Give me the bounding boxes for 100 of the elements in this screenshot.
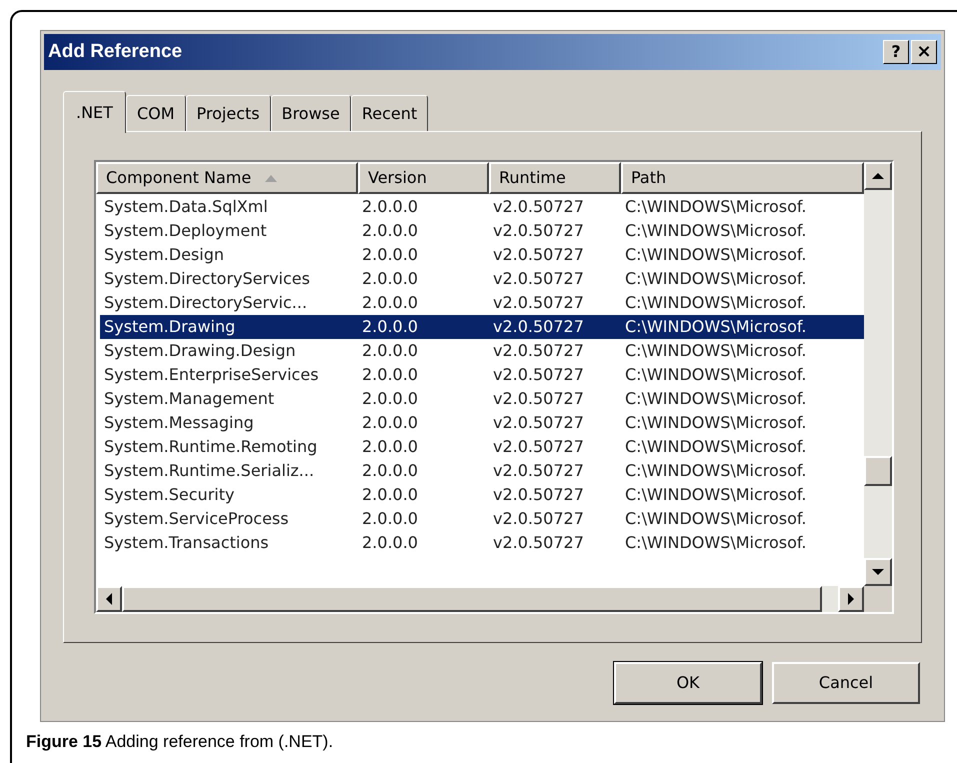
- table-cell-text: 2.0.0.0: [361, 340, 419, 362]
- scroll-right-button[interactable]: [838, 586, 864, 612]
- list-row[interactable]: System.Management 2.0.0.0 v2.0.50727 C:\WINDOWS\Microsof.: [100, 387, 864, 411]
- table-cell-text: System.DirectoryServic...: [103, 292, 308, 314]
- table-cell-text: C:\WINDOWS\Microsof.: [624, 412, 808, 434]
- list-row[interactable]: System.Runtime.Remoting 2.0.0.0 v2.0.50727 C:\WINDOWS\Microsof.: [100, 435, 864, 459]
- table-cell-text: 2.0.0.0: [361, 508, 419, 530]
- table-cell-text: System.Drawing: [103, 316, 236, 338]
- table-cell-text: System.Runtime.Serializ...: [103, 460, 316, 482]
- table-cell-text: C:\WINDOWS\Microsof.: [624, 196, 808, 218]
- list-row[interactable]: System.Data.SqlXml 2.0.0.0 v2.0.50727 C:\WINDOWS\Microsof.: [100, 195, 864, 219]
- table-cell-text: System.Deployment: [103, 220, 268, 242]
- tab[interactable]: Browse: [270, 95, 351, 131]
- column-header[interactable]: Component Name: [96, 162, 358, 194]
- table-cell-text: C:\WINDOWS\Microsof.: [624, 364, 808, 386]
- list-row[interactable]: System.Design 2.0.0.0 v2.0.50727 C:\WINDOWS\Microsof.: [100, 243, 864, 267]
- cancel-button[interactable]: Cancel: [772, 662, 920, 704]
- table-cell-text: 2.0.0.0: [361, 292, 419, 314]
- table-cell-text: v2.0.50727: [492, 340, 585, 362]
- list-row[interactable]: System.Deployment 2.0.0.0 v2.0.50727 C:\WINDOWS\Microsof.: [100, 219, 864, 243]
- scroll-down-button[interactable]: [864, 558, 892, 586]
- table-cell-text: 2.0.0.0: [361, 436, 419, 458]
- help-button[interactable]: ?: [883, 40, 909, 64]
- table-cell-text: v2.0.50727: [492, 388, 585, 410]
- table-cell-text: System.Management: [103, 388, 276, 410]
- list-row[interactable]: System.DirectoryServic... 2.0.0.0 v2.0.50727 C:\WINDOWS\Microsof.: [100, 291, 864, 315]
- table-cell-text: 2.0.0.0: [361, 316, 419, 338]
- table-cell-text: System.DirectoryServices: [103, 268, 311, 290]
- window-title: Add Reference: [48, 40, 182, 64]
- table-cell-text: C:\WINDOWS\Microsof.: [624, 340, 808, 362]
- table-cell-text: v2.0.50727: [492, 460, 585, 482]
- up-arrow-icon: [872, 172, 884, 180]
- table-cell-text: C:\WINDOWS\Microsof.: [624, 220, 808, 242]
- sort-ascending-icon: [265, 174, 278, 182]
- scrollbar-corner: [864, 586, 892, 612]
- table-cell-text: C:\WINDOWS\Microsof.: [624, 532, 808, 554]
- table-cell-text: 2.0.0.0: [361, 268, 419, 290]
- table-cell-text: v2.0.50727: [492, 244, 585, 266]
- list-row[interactable]: System.Transactions 2.0.0.0 v2.0.50727 C:\WINDOWS\Microsof.: [100, 531, 864, 555]
- list-row[interactable]: System.EnterpriseServices 2.0.0.0 v2.0.50727 C:\WINDOWS\Microsof.: [100, 363, 864, 387]
- table-cell-text: v2.0.50727: [492, 316, 585, 338]
- table-cell-text: System.Transactions: [103, 532, 270, 554]
- column-header[interactable]: Version: [358, 162, 489, 194]
- table-cell-text: C:\WINDOWS\Microsof.: [624, 460, 808, 482]
- table-cell-text: 2.0.0.0: [361, 460, 419, 482]
- table-cell-text: System.Messaging: [103, 412, 255, 434]
- list-row[interactable]: System.Drawing 2.0.0.0 v2.0.50727 C:\WINDOWS\Microsof.: [100, 315, 864, 339]
- table-cell-text: v2.0.50727: [492, 364, 585, 386]
- column-header[interactable]: Runtime: [489, 162, 621, 194]
- tab[interactable]: .NET: [63, 91, 126, 133]
- table-cell-text: 2.0.0.0: [361, 388, 419, 410]
- table-cell-text: 2.0.0.0: [361, 364, 419, 386]
- list-row[interactable]: System.Runtime.Serializ... 2.0.0.0 v2.0.50727 C:\WINDOWS\Microsof.: [100, 459, 864, 483]
- list-row[interactable]: System.Security 2.0.0.0 v2.0.50727 C:\WINDOWS\Microsof.: [100, 483, 864, 507]
- close-button[interactable]: ×: [911, 40, 937, 64]
- table-cell-text: 2.0.0.0: [361, 196, 419, 218]
- scroll-thumb[interactable]: [864, 456, 892, 486]
- table-cell-text: v2.0.50727: [492, 532, 585, 554]
- table-cell-text: C:\WINDOWS\Microsof.: [624, 292, 808, 314]
- figure-caption: Figure 15 Adding reference from (.NET).: [26, 731, 334, 753]
- scroll-left-button[interactable]: [96, 586, 122, 612]
- scroll-up-button[interactable]: [864, 162, 892, 190]
- table-cell-text: C:\WINDOWS\Microsof.: [624, 484, 808, 506]
- table-cell-text: v2.0.50727: [492, 292, 585, 314]
- table-cell-text: 2.0.0.0: [361, 244, 419, 266]
- table-cell-text: v2.0.50727: [492, 508, 585, 530]
- table-cell-text: System.ServiceProcess: [103, 508, 290, 530]
- table-cell-text: 2.0.0.0: [361, 412, 419, 434]
- table-cell-text: v2.0.50727: [492, 436, 585, 458]
- table-cell-text: C:\WINDOWS\Microsof.: [624, 388, 808, 410]
- table-cell-text: v2.0.50727: [492, 412, 585, 434]
- table-cell-text: System.Data.SqlXml: [103, 196, 269, 218]
- tab[interactable]: Projects: [186, 95, 271, 131]
- list-row[interactable]: System.Drawing.Design 2.0.0.0 v2.0.50727 C:\WINDOWS\Microsof.: [100, 339, 864, 363]
- table-cell-text: System.Drawing.Design: [103, 340, 297, 362]
- list-row[interactable]: System.DirectoryServices 2.0.0.0 v2.0.50727 C:\WINDOWS\Microsof.: [100, 267, 864, 291]
- column-header[interactable]: Path: [621, 162, 864, 194]
- right-arrow-icon: [847, 593, 855, 605]
- table-cell-text: System.EnterpriseServices: [103, 364, 320, 386]
- table-cell-text: 2.0.0.0: [361, 220, 419, 242]
- table-cell-text: System.Design: [103, 244, 225, 266]
- ok-button[interactable]: OK: [614, 662, 762, 704]
- table-cell-text: v2.0.50727: [492, 484, 585, 506]
- table-cell-text: System.Security: [103, 484, 236, 506]
- left-arrow-icon: [105, 593, 113, 605]
- table-cell-text: v2.0.50727: [492, 196, 585, 218]
- table-cell-text: v2.0.50727: [492, 268, 585, 290]
- vertical-scrollbar[interactable]: [864, 162, 892, 586]
- down-arrow-icon: [872, 568, 884, 576]
- list-row[interactable]: System.ServiceProcess 2.0.0.0 v2.0.50727 C:\WINDOWS\Microsof.: [100, 507, 864, 531]
- table-cell-text: C:\WINDOWS\Microsof.: [624, 508, 808, 530]
- list-row[interactable]: System.Messaging 2.0.0.0 v2.0.50727 C:\WINDOWS\Microsof.: [100, 411, 864, 435]
- table-cell-text: C:\WINDOWS\Microsof.: [624, 244, 808, 266]
- table-cell-text: C:\WINDOWS\Microsof.: [624, 436, 808, 458]
- table-cell-text: System.Runtime.Remoting: [103, 436, 318, 458]
- tab[interactable]: Recent: [350, 95, 428, 131]
- table-cell-text: 2.0.0.0: [361, 532, 419, 554]
- table-cell-text: C:\WINDOWS\Microsof.: [624, 268, 808, 290]
- tab[interactable]: COM: [126, 95, 186, 131]
- table-cell-text: v2.0.50727: [492, 220, 585, 242]
